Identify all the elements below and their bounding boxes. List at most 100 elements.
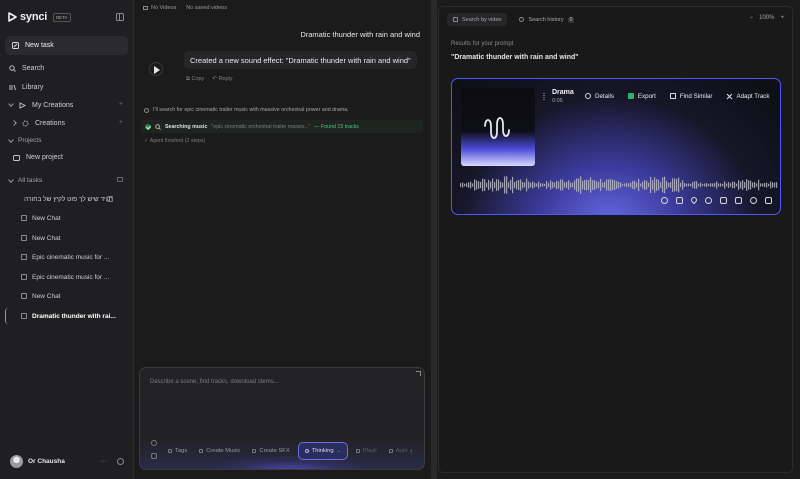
videos-indicator[interactable]: No Videos — [143, 5, 176, 11]
user-profile[interactable]: Or Chausha — [10, 455, 65, 468]
all-tasks-section-header[interactable]: All tasks — [8, 176, 42, 184]
sidebar-task-item-active[interactable]: Dramatic thunder with rai... — [21, 310, 129, 322]
sidebar-task-item[interactable]: New Chat — [21, 232, 129, 244]
sidebar-collapse-icon[interactable] — [116, 13, 124, 21]
waveform[interactable] — [460, 175, 778, 195]
tab-search-history[interactable]: Search history 0 — [513, 13, 580, 26]
results-for-label: Results for your prompt — [451, 41, 514, 47]
waveform-bar — [672, 178, 674, 192]
waveform-bar — [530, 182, 532, 188]
chip-playlist[interactable]: Playli — [352, 444, 381, 458]
export-button[interactable]: Export — [625, 89, 659, 103]
sidebar-task-item[interactable]: New Chat — [21, 212, 129, 224]
waveform-bar — [690, 183, 692, 187]
more-icon[interactable]: ··· — [100, 458, 107, 465]
expand-icon[interactable] — [416, 371, 421, 376]
sidebar-item-label: Search — [22, 64, 45, 72]
waveform-bar — [698, 183, 700, 187]
waveform-bar — [768, 183, 770, 187]
scissors-icon[interactable] — [735, 197, 742, 204]
waveform-bar — [774, 182, 776, 188]
attach-icon[interactable] — [151, 440, 157, 446]
waveform-bar — [634, 180, 636, 190]
sidebar-item-search[interactable]: Search — [9, 62, 44, 74]
chip-label: Playli — [362, 448, 377, 454]
results-tabs: Search by video Search history 0 — [447, 13, 580, 26]
copy-button[interactable]: ⧉ Copy — [186, 76, 204, 83]
image-icon[interactable] — [151, 453, 157, 459]
track-thumbnail[interactable] — [461, 88, 535, 166]
stems-icon[interactable] — [676, 197, 683, 204]
zoom-in-button[interactable]: + — [780, 15, 784, 21]
add-creation-icon[interactable]: + — [119, 101, 123, 108]
panel-divider[interactable] — [431, 0, 437, 479]
waveform-bar — [680, 182, 682, 188]
new-task-button[interactable]: New task — [5, 36, 128, 55]
edit-icon — [12, 42, 19, 49]
waveform-bar — [464, 183, 466, 187]
sidebar-task-item[interactable]: New Chat — [21, 290, 129, 302]
logo[interactable]: synci BETA — [8, 11, 71, 23]
zoom-control: − 100% + — [750, 15, 784, 21]
link-icon[interactable] — [705, 197, 712, 204]
play-icon[interactable] — [154, 66, 160, 74]
download-icon[interactable] — [765, 197, 772, 204]
search-icon — [155, 123, 161, 130]
volume-icon[interactable] — [661, 197, 668, 204]
equalizer-icon[interactable] — [720, 197, 727, 204]
waveform-bar — [596, 181, 598, 189]
track-card[interactable]: Drama 0:05 Details Export Find Similar A… — [451, 78, 781, 215]
user-name: Or Chausha — [28, 458, 65, 465]
chat-panel: No Videos No saved videos Dramatic thund… — [135, 0, 430, 479]
chat-icon — [21, 235, 27, 241]
waveform-bar — [482, 178, 484, 192]
search-step[interactable]: Searching music "epic cinematic orchestr… — [141, 120, 423, 133]
waveform-bar — [688, 183, 690, 187]
track-title[interactable]: Drama — [552, 89, 574, 96]
results-panel: Search by video Search history 0 − 100% +… — [438, 6, 793, 473]
send-icon[interactable]: ↑ — [409, 447, 413, 456]
track-tools — [661, 195, 772, 205]
reply-button[interactable]: ↶ Reply — [212, 76, 232, 83]
archive-icon[interactable] — [117, 177, 123, 182]
sidebar-item-my-creations[interactable]: My Creations — [8, 99, 73, 111]
gear-icon[interactable] — [117, 458, 124, 465]
chip-create-sfx[interactable]: Create SFX — [248, 444, 293, 458]
waveform-bar — [500, 181, 502, 189]
drag-handle-icon[interactable] — [543, 93, 545, 100]
waveform-bar — [466, 183, 468, 187]
saved-videos-label[interactable]: No saved videos — [186, 5, 227, 11]
waveform-bar — [552, 181, 554, 189]
agent-finished[interactable]: ✓ Agent finished (2 steps) — [144, 138, 205, 144]
creations-icon — [19, 101, 26, 109]
waveform-bar — [658, 179, 660, 191]
sidebar-task-item[interactable]: Epic cinematic music for ... — [21, 251, 129, 263]
waveform-bar — [508, 182, 510, 188]
waveform-bar — [744, 182, 746, 188]
waveform-bar — [710, 183, 712, 187]
heart-icon[interactable] — [689, 195, 699, 205]
waveform-bar — [556, 180, 558, 190]
zoom-out-button[interactable]: − — [750, 15, 754, 21]
waveform-bar — [546, 181, 548, 189]
add-subcreation-icon[interactable]: + — [119, 119, 123, 126]
chip-create-music[interactable]: Create Music — [195, 444, 244, 458]
adapt-track-button[interactable]: Adapt Track — [723, 89, 772, 103]
chip-thinking[interactable]: Thinking ⌄ — [297, 442, 348, 460]
chip-auto[interactable]: Auto — [385, 444, 412, 458]
waveform-bar — [692, 182, 694, 188]
share-icon[interactable] — [750, 197, 757, 204]
projects-section-header[interactable]: Projects — [8, 136, 41, 144]
find-similar-button[interactable]: Find Similar — [667, 89, 716, 103]
sidebar-item-creations[interactable]: Creations — [11, 117, 65, 129]
details-button[interactable]: Details — [582, 89, 617, 103]
chip-tags[interactable]: Tags — [164, 444, 191, 458]
sidebar-task-item[interactable]: Epic cinematic music for ... — [21, 271, 129, 283]
new-project-button[interactable]: New project — [13, 151, 63, 163]
composer[interactable]: Describe a scene, find tracks, download … — [139, 367, 425, 470]
sidebar-item-library[interactable]: Library — [9, 81, 43, 93]
tab-search-by-video[interactable]: Search by video — [447, 13, 508, 26]
chat-icon — [21, 254, 27, 260]
chat-icon — [21, 313, 27, 319]
composer-input[interactable]: Describe a scene, find tracks, download … — [150, 379, 279, 385]
